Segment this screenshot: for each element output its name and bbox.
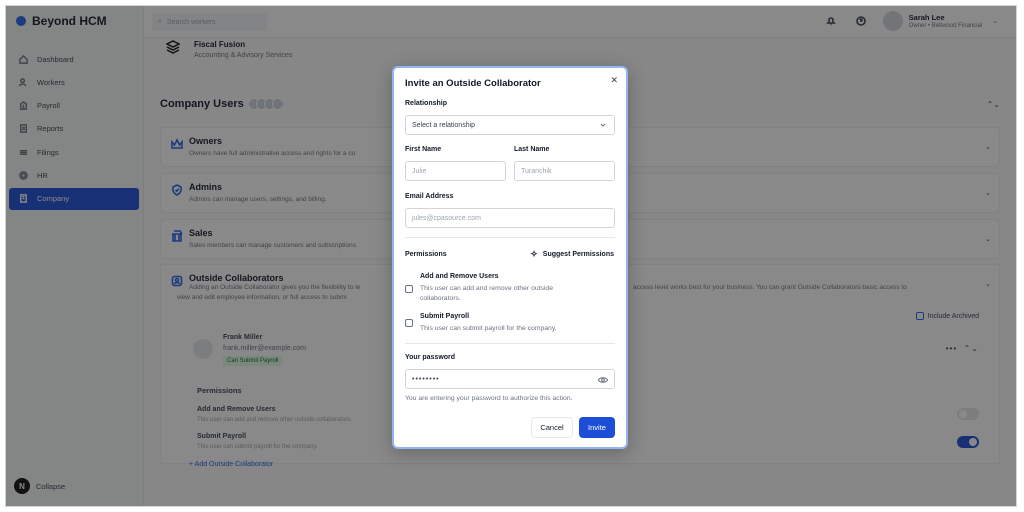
invite-button[interactable]: Invite <box>579 417 615 438</box>
relationship-label: Relationship <box>405 100 448 107</box>
last-name-label: Last Name <box>514 146 550 153</box>
last-name-value: Turanchik <box>521 167 552 175</box>
divider <box>405 343 615 344</box>
password-hint: You are entering your password to author… <box>405 395 573 402</box>
relationship-value: Select a relationship <box>412 121 476 129</box>
invite-modal: Invite an Outside Collaborator ✕ Relatio… <box>392 66 628 449</box>
first-name-value: Julie <box>412 167 427 175</box>
password-value: •••••••• <box>412 375 440 383</box>
suggest-permissions-label: Suggest Permissions <box>542 251 614 258</box>
cancel-button[interactable]: Cancel <box>531 417 573 438</box>
email-value: jules@cpasource.com <box>412 214 481 222</box>
modal-title: Invite an Outside Collaborator <box>405 78 541 89</box>
perm-submit-payroll-checkbox[interactable] <box>405 319 413 327</box>
close-icon[interactable]: ✕ <box>610 75 618 86</box>
perm-description: This user can submit payroll for the com… <box>420 325 557 332</box>
suggest-permissions-button[interactable]: ✧ Suggest Permissions <box>530 249 614 260</box>
app-window: Beyond HCM Dashboard Workers Payroll Rep… <box>5 5 1017 507</box>
password-field[interactable]: •••••••• <box>405 369 615 389</box>
password-label: Your password <box>405 354 456 361</box>
permissions-label: Permissions <box>405 251 447 258</box>
divider <box>405 237 615 238</box>
first-name-label: First Name <box>405 146 442 153</box>
relationship-select[interactable]: Select a relationship <box>405 115 615 135</box>
perm-add-remove-checkbox[interactable] <box>405 285 413 293</box>
email-label: Email Address <box>405 193 454 200</box>
sparkle-icon: ✧ <box>530 249 538 259</box>
perm-title: Submit Payroll <box>420 313 470 320</box>
first-name-field[interactable]: Julie <box>405 161 506 181</box>
perm-description: This user can add and remove other outsi… <box>420 285 553 302</box>
chevron-down-icon <box>600 123 606 127</box>
email-field[interactable]: jules@cpasource.com <box>405 208 615 228</box>
perm-title: Add and Remove Users <box>420 273 499 280</box>
last-name-field[interactable]: Turanchik <box>514 161 615 181</box>
eye-icon[interactable] <box>598 376 608 384</box>
